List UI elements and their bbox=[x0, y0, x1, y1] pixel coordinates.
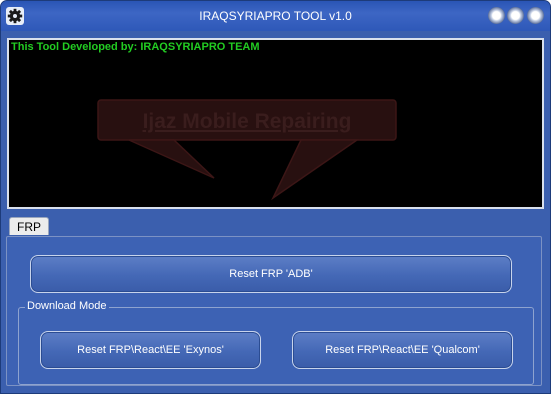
download-mode-legend: Download Mode bbox=[25, 300, 109, 312]
title-bar[interactable]: IRAQSYRIAPRO TOOL v1.0 bbox=[1, 1, 550, 31]
reset-frp-adb-button[interactable]: Reset FRP 'ADB' bbox=[30, 255, 512, 293]
main-window: IRAQSYRIAPRO TOOL v1.0 Ijaz Mobile Repai… bbox=[0, 0, 551, 394]
close-icon[interactable] bbox=[527, 7, 544, 24]
window-title: IRAQSYRIAPRO TOOL v1.0 bbox=[199, 9, 352, 23]
tab-frp[interactable]: FRP bbox=[9, 217, 49, 235]
developer-banner: This Tool Developed by: IRAQSYRIAPRO TEA… bbox=[11, 41, 260, 53]
help-icon[interactable] bbox=[488, 7, 505, 24]
frp-tab-panel: Reset FRP 'ADB' Download Mode Reset FRP\… bbox=[6, 236, 542, 386]
watermark-text: Ijaz Mobile Repairing bbox=[142, 110, 352, 133]
reset-frp-qualcom-button[interactable]: Reset FRP\React\EE 'Qualcom' bbox=[292, 331, 513, 369]
download-mode-group: Download Mode Reset FRP\React\EE 'Exynos… bbox=[18, 300, 534, 385]
output-log[interactable]: Ijaz Mobile Repairing This Tool Develope… bbox=[7, 38, 544, 209]
minimize-icon[interactable] bbox=[507, 7, 524, 24]
reset-frp-exynos-button[interactable]: Reset FRP\React\EE 'Exynos' bbox=[40, 331, 261, 369]
